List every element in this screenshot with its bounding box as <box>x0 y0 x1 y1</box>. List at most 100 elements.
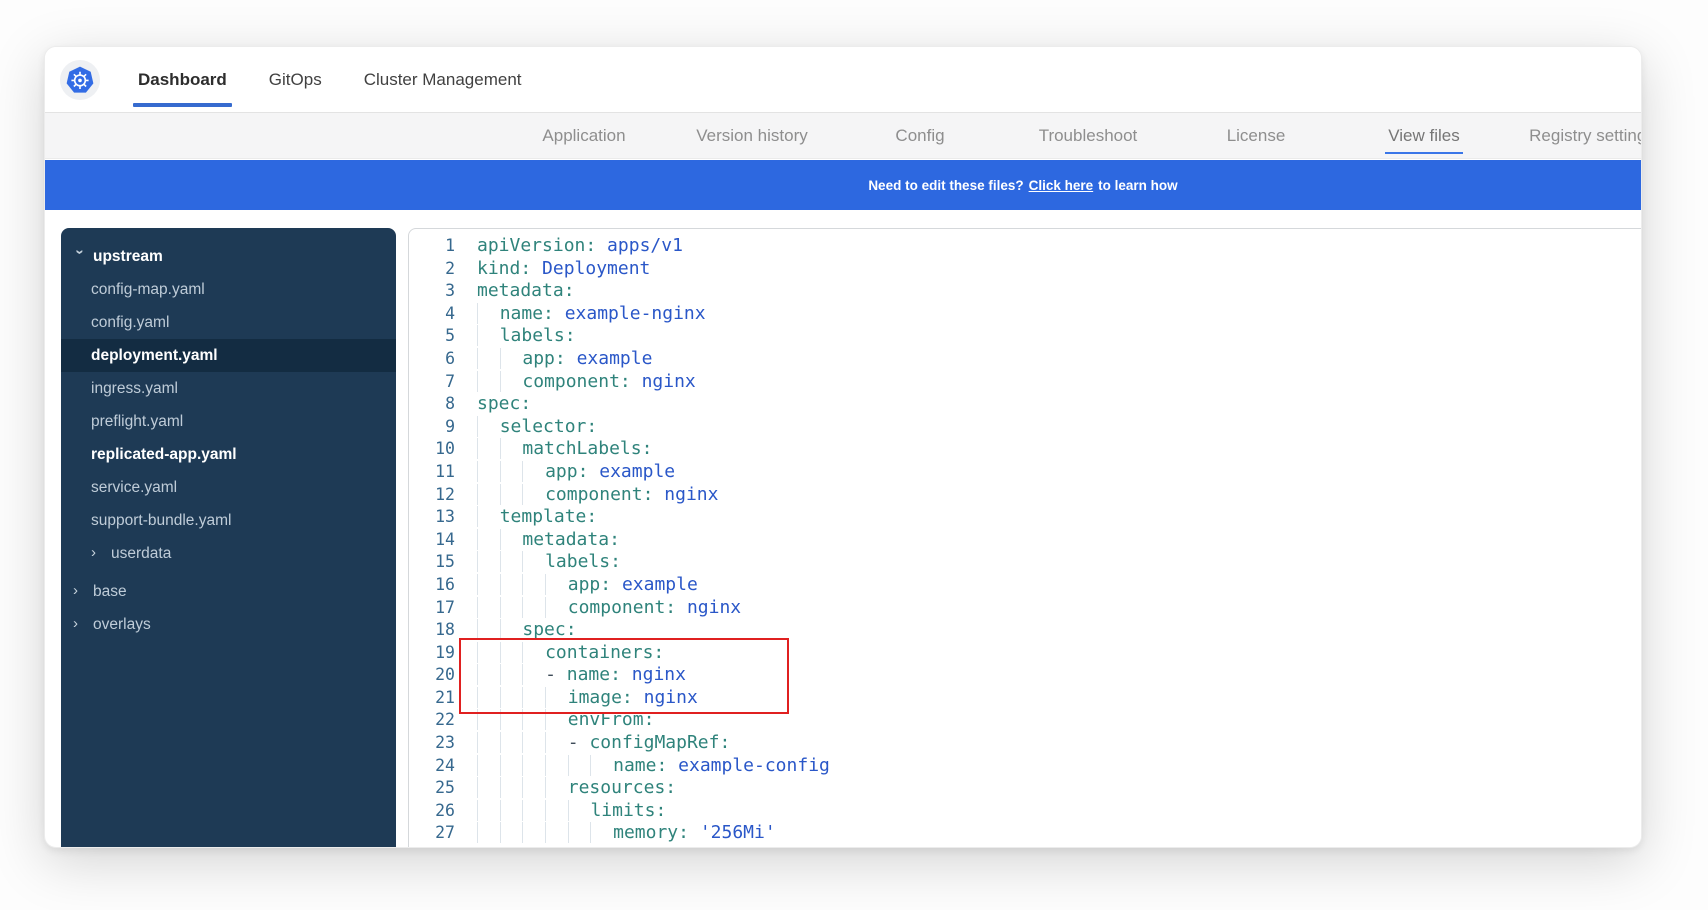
tree-item-label: preflight.yaml <box>91 413 183 431</box>
tree-item-ingress-yaml[interactable]: ingress.yaml <box>61 372 396 405</box>
tree-item-config-yaml[interactable]: config.yaml <box>61 306 396 339</box>
code-line: 3metadata: <box>409 280 1642 303</box>
indent-guide <box>590 822 613 843</box>
indent-guide <box>545 687 568 708</box>
tree-item-service-yaml[interactable]: service.yaml <box>61 471 396 504</box>
indent-guide <box>522 664 545 685</box>
tree-item-base[interactable]: ›base <box>61 575 396 608</box>
banner-text-after: to learn how <box>1098 178 1178 193</box>
indent-guide <box>568 755 591 776</box>
indent-guide <box>522 461 545 482</box>
indent-guide <box>500 597 523 618</box>
tree-item-deployment-yaml[interactable]: deployment.yaml <box>61 339 396 372</box>
tree-item-overlays[interactable]: ›overlays <box>61 608 396 641</box>
line-number: 14 <box>409 529 455 552</box>
code-line-content: component: nginx <box>455 597 741 620</box>
tree-item-replicated-app-yaml[interactable]: replicated-app.yaml <box>61 438 396 471</box>
yaml-key: envFrom: <box>568 709 655 730</box>
line-number: 26 <box>409 800 455 823</box>
tab-view-files[interactable]: View files <box>1340 113 1508 158</box>
yaml-value: '256Mi' <box>689 822 776 843</box>
code-line: 21 image: nginx <box>409 687 1642 710</box>
line-number: 27 <box>409 822 455 845</box>
indent-guide <box>500 619 523 640</box>
indent-guide <box>500 732 523 753</box>
app-nav-tabs: ApplicationVersion historyConfigTroubles… <box>45 112 1642 159</box>
yaml-value: example-nginx <box>554 303 706 324</box>
chevron-down-icon: › <box>72 250 89 264</box>
line-number: 19 <box>409 642 455 665</box>
indent-guide <box>477 597 500 618</box>
code-line-content: spec: <box>455 393 531 416</box>
indent-guide <box>477 822 500 843</box>
code-line-content: - name: nginx <box>455 664 686 687</box>
code-line-content: app: example <box>455 461 675 484</box>
indent-guide <box>477 529 500 550</box>
banner-click-here-link[interactable]: Click here <box>1029 178 1094 193</box>
indent-guide <box>477 303 500 324</box>
line-number: 1 <box>409 235 455 258</box>
indent-guide <box>522 642 545 663</box>
tree-item-upstream[interactable]: ›upstream <box>61 240 396 273</box>
tree-item-userdata[interactable]: ›userdata <box>61 537 396 570</box>
indent-guide <box>522 597 545 618</box>
indent-guide <box>477 800 500 821</box>
file-tree-sidebar: ›upstream config-map.yaml config.yamldeplo… <box>61 228 396 848</box>
tree-item-label: config-map.yaml <box>91 281 205 299</box>
yaml-key: app: <box>545 461 588 482</box>
tab-version-history[interactable]: Version history <box>668 113 836 158</box>
indent-guide <box>500 755 523 776</box>
code-line: 5 labels: <box>409 325 1642 348</box>
tree-item-config-map-yaml[interactable]: config-map.yaml <box>61 273 396 306</box>
indent-guide <box>500 642 523 663</box>
main-tab-gitops[interactable]: GitOps <box>266 47 325 112</box>
yaml-key: kind: <box>477 258 531 279</box>
code-line: 19 containers: <box>409 642 1642 665</box>
yaml-editor[interactable]: 1apiVersion: apps/v12kind: Deployment3me… <box>408 228 1642 848</box>
line-number: 21 <box>409 687 455 710</box>
indent-guide <box>500 484 523 505</box>
tree-item-label: support-bundle.yaml <box>91 512 231 530</box>
indent-guide <box>522 484 545 505</box>
tab-application[interactable]: Application <box>500 113 668 158</box>
code-line: 7 component: nginx <box>409 371 1642 394</box>
yaml-key: memory: <box>613 822 689 843</box>
yaml-value: nginx <box>621 664 686 685</box>
yaml-value: Deployment <box>531 258 650 279</box>
tab-license[interactable]: License <box>1172 113 1340 158</box>
tree-item-label: replicated-app.yaml <box>91 446 237 464</box>
main-tab-dashboard[interactable]: Dashboard <box>135 47 230 112</box>
yaml-key: name: <box>567 664 621 685</box>
tab-troubleshoot[interactable]: Troubleshoot <box>1004 113 1172 158</box>
tab-config[interactable]: Config <box>836 113 1004 158</box>
indent-guide <box>545 709 568 730</box>
tree-item-support-bundle-yaml[interactable]: support-bundle.yaml <box>61 504 396 537</box>
yaml-key: matchLabels: <box>522 438 652 459</box>
indent-guide <box>545 732 568 753</box>
line-number: 24 <box>409 755 455 778</box>
code-line: 23 - configMapRef: <box>409 732 1642 755</box>
chevron-right-icon: › <box>91 544 105 561</box>
banner-text-before: Need to edit these files? <box>868 178 1023 193</box>
edit-files-banner: Need to edit these files? Click here to … <box>45 160 1641 210</box>
code-line: 14 metadata: <box>409 529 1642 552</box>
tree-item-label: service.yaml <box>91 479 177 497</box>
code-line-content: metadata: <box>455 529 620 552</box>
indent-guide <box>477 325 500 346</box>
code-line: 13 template: <box>409 506 1642 529</box>
indent-guide <box>477 506 500 527</box>
tab-registry-settings[interactable]: Registry settings <box>1508 113 1642 158</box>
code-line-content: name: example-config <box>455 755 830 778</box>
admin-console-window: Dashboard GitOps Cluster Management Applic… <box>44 46 1642 848</box>
indent-guide <box>545 800 568 821</box>
code-line: 6 app: example <box>409 348 1642 371</box>
indent-guide <box>500 529 523 550</box>
yaml-key: limits: <box>590 800 666 821</box>
line-number: 3 <box>409 280 455 303</box>
main-tab-cluster-management[interactable]: Cluster Management <box>361 47 525 112</box>
line-number: 15 <box>409 551 455 574</box>
line-number: 17 <box>409 597 455 620</box>
yaml-key: apiVersion: <box>477 235 596 256</box>
tree-item-preflight-yaml[interactable]: preflight.yaml <box>61 405 396 438</box>
yaml-dash: - <box>545 664 567 685</box>
